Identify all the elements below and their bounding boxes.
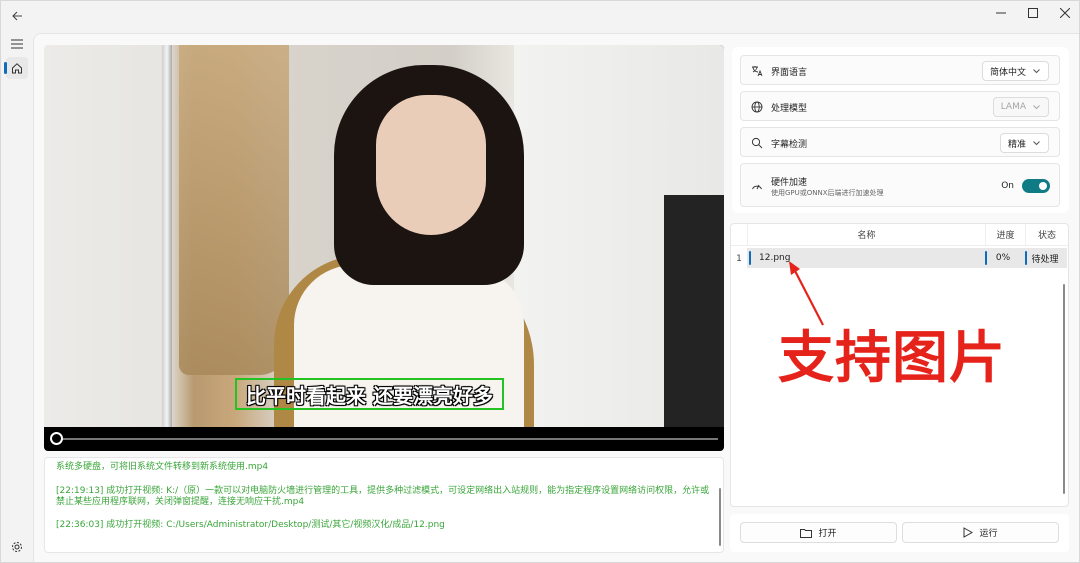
- title-bar: [1, 1, 1080, 31]
- row-progress: 0%: [983, 248, 1023, 268]
- setting-label: 处理模型: [771, 104, 808, 114]
- settings-gear-icon: [12, 542, 22, 552]
- minimize-icon: [996, 12, 1006, 14]
- row-index: 1: [736, 253, 742, 264]
- log-line: [22:36:03] 成功打开视频: C:/Users/Administrato…: [56, 520, 445, 530]
- app-window: 比平时看起来 还要漂亮好多 系统多硬盘，可将旧系统文件转移到新系统使用.mp4 …: [0, 0, 1080, 563]
- hw-accel-toggle[interactable]: [1022, 179, 1050, 193]
- hw-accel-toggle-wrap: On: [1001, 179, 1050, 193]
- setting-language: 界面语言 简体中文: [740, 55, 1060, 85]
- search-icon: [750, 136, 763, 149]
- setting-description: 使用GPU或ONNX后端进行加速处理: [771, 189, 884, 197]
- chevron-down-icon: [1033, 104, 1040, 109]
- annotation-label: 支持图片: [778, 326, 1006, 391]
- chevron-down-icon: [1033, 68, 1040, 73]
- model-dropdown[interactable]: LAMA: [992, 97, 1049, 117]
- close-button[interactable]: [1049, 1, 1080, 25]
- close-icon: [1060, 8, 1070, 18]
- seek-thumb[interactable]: [50, 432, 63, 445]
- window-controls: [985, 1, 1080, 25]
- open-button[interactable]: 打开: [740, 522, 897, 543]
- translate-icon: [750, 64, 763, 77]
- column-header-name[interactable]: 名称: [747, 224, 985, 245]
- log-line: [22:19:13] 成功打开视频: K:/（原）一款可以对电脑防火墙进行管理的…: [56, 486, 710, 507]
- log-output: 系统多硬盘，可将旧系统文件转移到新系统使用.mp4 [22:19:13] 成功打…: [44, 457, 724, 553]
- dropdown-value: LAMA: [1000, 102, 1026, 112]
- minimize-button[interactable]: [985, 1, 1017, 25]
- nav-home[interactable]: [4, 57, 28, 79]
- dropdown-value: 精准: [1007, 139, 1026, 150]
- hamburger-menu-icon: [11, 39, 23, 49]
- seek-track: [58, 438, 718, 440]
- setting-hardware-acceleration: 硬件加速 使用GPU或ONNX后端进行加速处理 On: [740, 163, 1060, 207]
- play-icon: [963, 527, 974, 538]
- video-preview: 比平时看起来 还要漂亮好多: [44, 45, 724, 427]
- maximize-icon: [1028, 8, 1038, 18]
- nav-settings[interactable]: [6, 536, 28, 558]
- dropdown-value: 简体中文: [989, 67, 1026, 78]
- chevron-down-icon: [1033, 140, 1040, 145]
- menu-toggle-button[interactable]: [6, 33, 28, 55]
- table-row[interactable]: 1 12.png 0% 待处理: [731, 248, 1068, 269]
- detected-subtitle-box: 比平时看起来 还要漂亮好多: [235, 378, 504, 410]
- column-header-progress[interactable]: 进度: [985, 224, 1025, 245]
- open-button-label: 打开: [818, 529, 837, 539]
- table-scrollbar[interactable]: [1063, 284, 1065, 494]
- back-arrow-icon: [12, 11, 22, 21]
- annotation-arrow: [789, 261, 824, 326]
- subtitle-detection-dropdown[interactable]: 精准: [999, 133, 1049, 153]
- run-button[interactable]: 运行: [902, 522, 1059, 543]
- settings-panel: 界面语言 简体中文 处理模型 LAMA 字幕检测 精准 硬件加速 使用GPU或O…: [732, 47, 1069, 213]
- home-icon: [12, 63, 22, 74]
- setting-label: 字幕检测: [771, 140, 808, 150]
- setting-model: 处理模型 LAMA: [740, 91, 1060, 121]
- folder-icon: [800, 528, 813, 538]
- maximize-button[interactable]: [1017, 1, 1049, 25]
- setting-subtitle-detection: 字幕检测 精准: [740, 127, 1060, 157]
- globe-icon: [750, 100, 763, 113]
- setting-label: 界面语言: [771, 68, 808, 78]
- language-dropdown[interactable]: 简体中文: [981, 61, 1049, 81]
- toggle-state-label: On: [1001, 181, 1014, 191]
- log-line: 系统多硬盘，可将旧系统文件转移到新系统使用.mp4: [56, 462, 269, 472]
- video-seek-bar[interactable]: [44, 427, 724, 451]
- action-bar: 打开 运行: [730, 514, 1069, 552]
- speedometer-icon: [750, 179, 763, 192]
- table-header: 名称 进度 状态: [731, 224, 1068, 246]
- setting-label: 硬件加速: [771, 178, 808, 188]
- column-header-status[interactable]: 状态: [1025, 224, 1068, 245]
- log-scrollbar[interactable]: [719, 488, 721, 546]
- run-button-label: 运行: [979, 529, 998, 539]
- row-name[interactable]: 12.png: [747, 248, 983, 268]
- navigation-rail: [1, 31, 33, 563]
- back-button[interactable]: [7, 7, 27, 25]
- row-status: 待处理: [1023, 248, 1067, 268]
